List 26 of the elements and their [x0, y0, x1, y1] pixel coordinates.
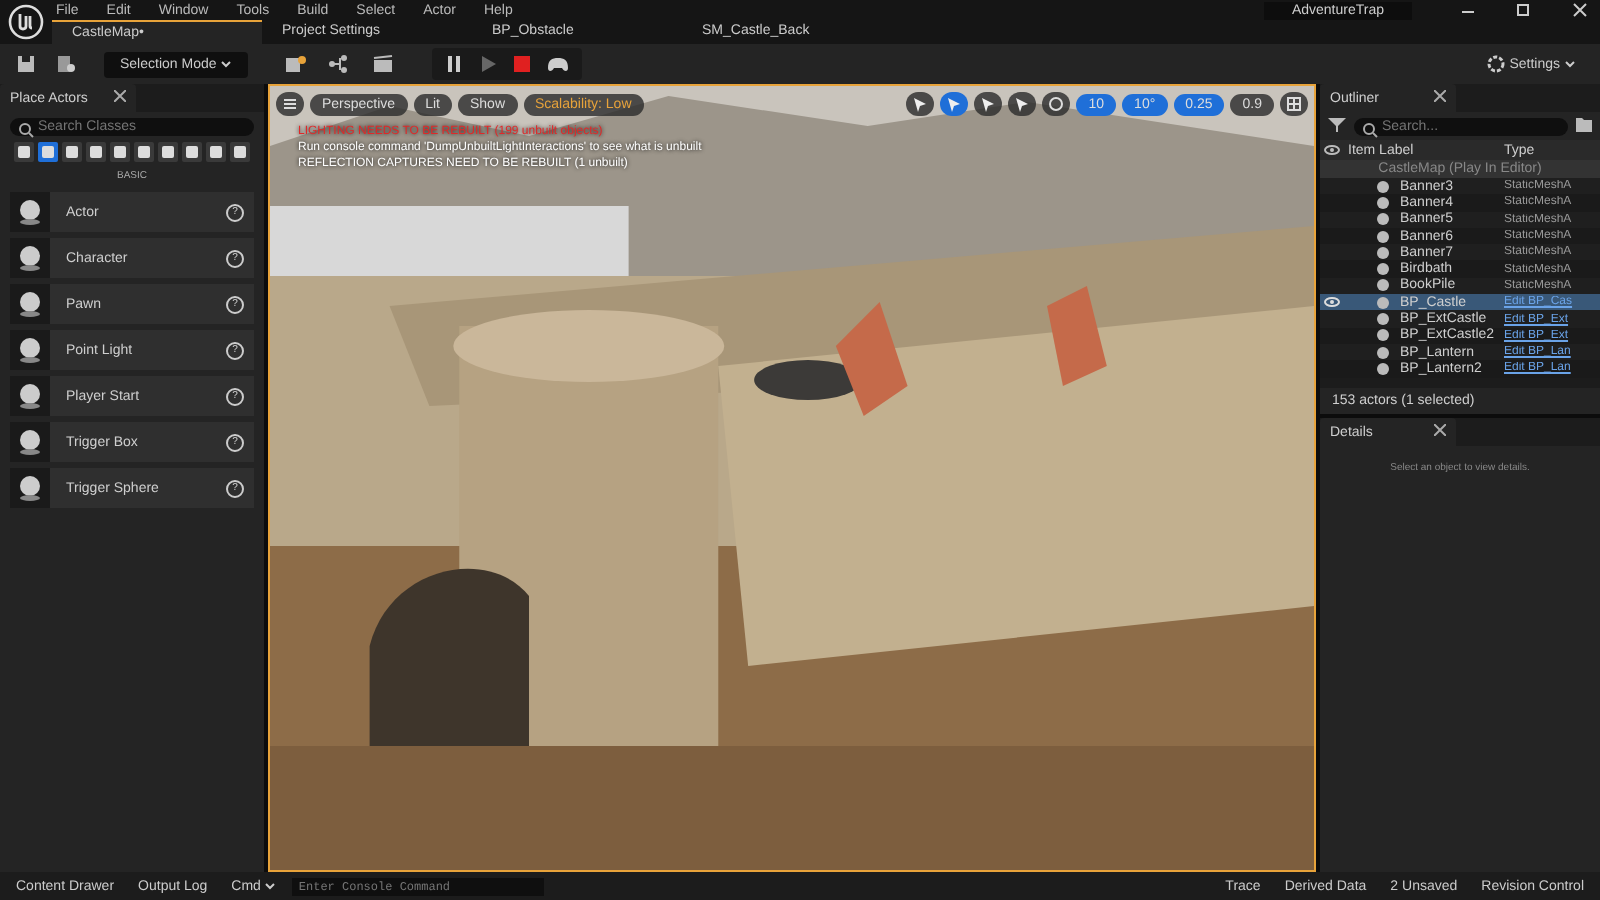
close-icon[interactable]	[114, 90, 126, 106]
category-tab[interactable]	[158, 142, 178, 162]
caret-icon	[220, 59, 233, 67]
category-tab[interactable]	[206, 142, 226, 162]
category-tab[interactable]	[86, 142, 106, 162]
close-icon[interactable]	[1572, 2, 1588, 18]
save-icon[interactable]	[12, 50, 40, 78]
eye-icon[interactable]	[1324, 296, 1340, 309]
eye-icon[interactable]	[1320, 144, 1344, 156]
caret-icon	[264, 881, 277, 889]
maximize-icon[interactable]	[1516, 2, 1532, 18]
category-tab[interactable]	[38, 142, 58, 162]
folder-icon[interactable]	[1576, 116, 1592, 136]
search-icon	[18, 122, 34, 138]
category-tab[interactable]	[230, 142, 250, 162]
close-icon[interactable]	[1434, 424, 1446, 440]
category-tab[interactable]	[134, 142, 154, 162]
category-tab[interactable]	[62, 142, 82, 162]
caret-icon	[1564, 60, 1576, 68]
filter-icon[interactable]	[1328, 116, 1346, 136]
search-icon	[1362, 121, 1378, 137]
close-icon[interactable]	[1434, 90, 1446, 106]
gear-icon	[1485, 54, 1506, 74]
category-tab[interactable]	[182, 142, 202, 162]
category-tab[interactable]	[14, 142, 34, 162]
category-tab[interactable]	[110, 142, 130, 162]
